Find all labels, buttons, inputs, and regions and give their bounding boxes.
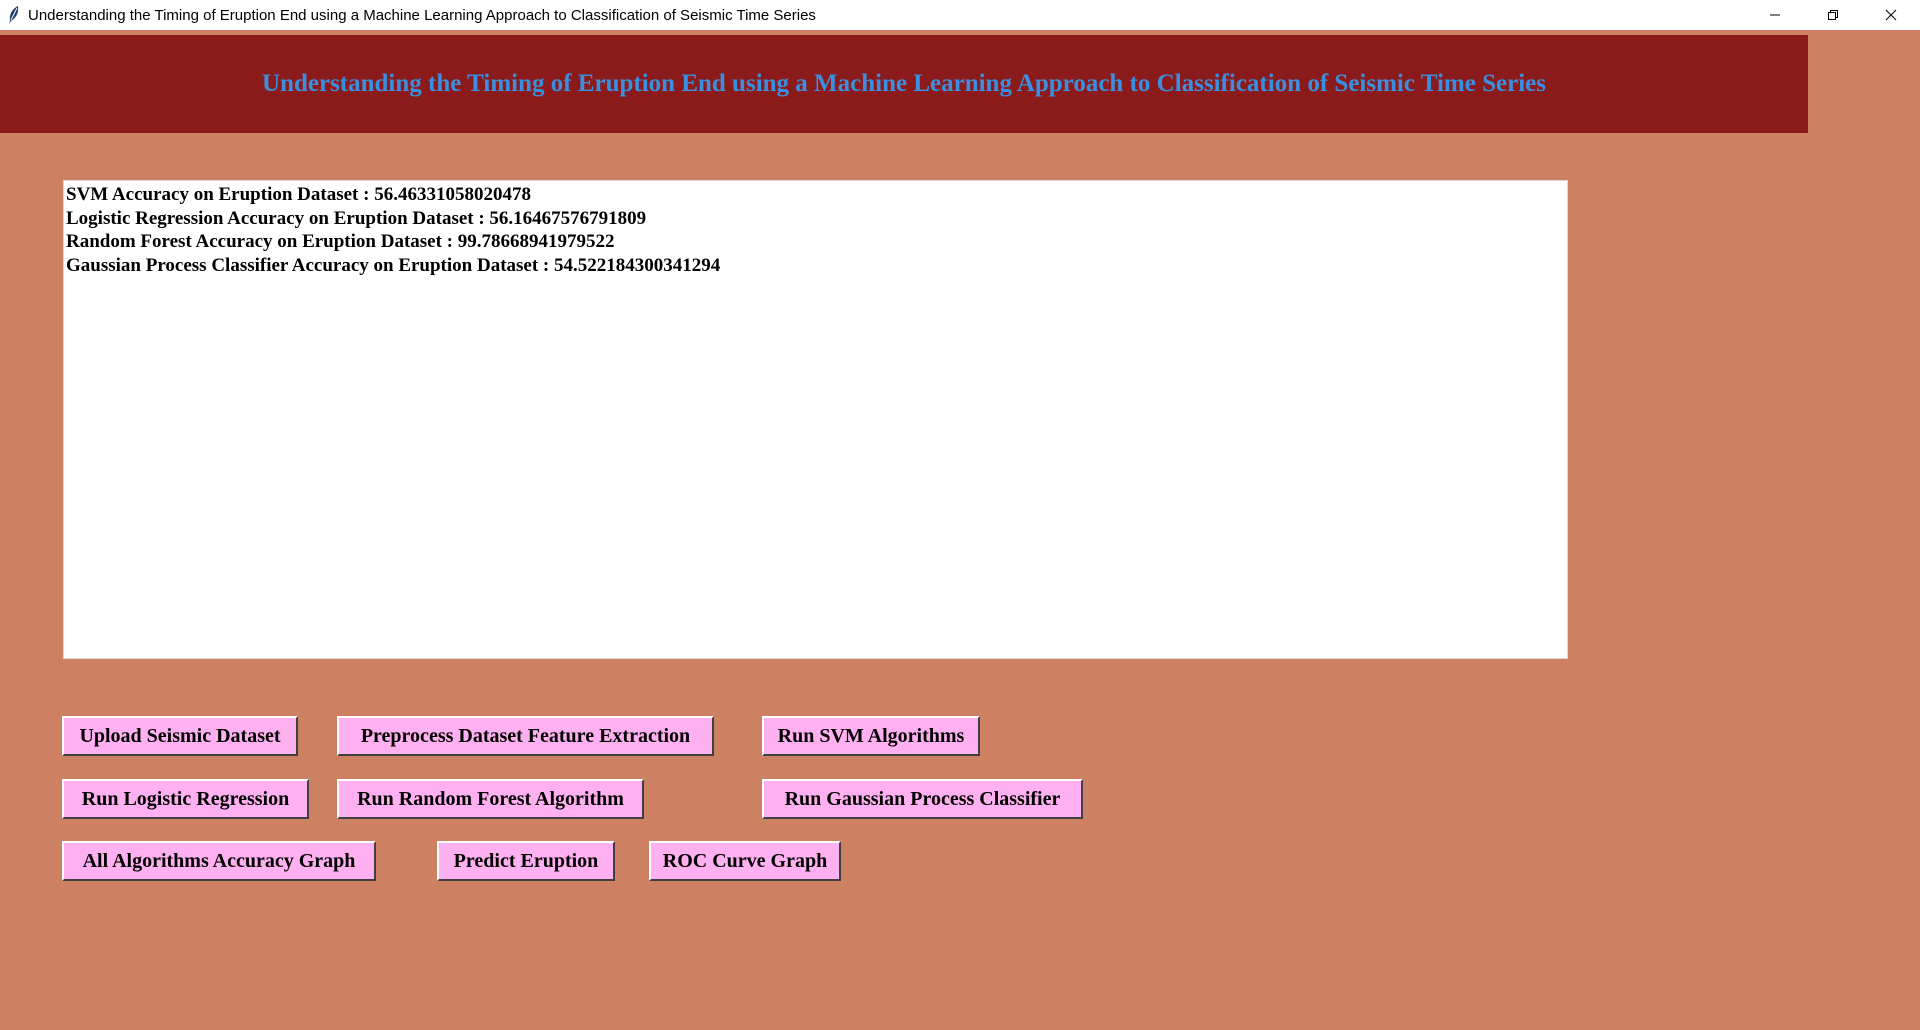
run-logistic-regression-button[interactable]: Run Logistic Regression — [62, 779, 309, 819]
result-line-svm: SVM Accuracy on Eruption Dataset : 56.46… — [66, 184, 531, 205]
result-line-gaussian: Gaussian Process Classifier Accuracy on … — [66, 254, 721, 276]
minimize-button[interactable] — [1746, 0, 1804, 30]
header-banner: Understanding the Timing of Eruption End… — [0, 35, 1808, 133]
window-controls — [1746, 0, 1920, 30]
accuracy-graph-button[interactable]: All Algorithms Accuracy Graph — [62, 841, 376, 881]
predict-eruption-button[interactable]: Predict Eruption — [437, 841, 615, 881]
feather-icon — [2, 0, 26, 30]
page-title: Understanding the Timing of Eruption End… — [262, 70, 1546, 97]
result-line-logistic: Logistic Regression Accuracy on Eruption… — [66, 207, 647, 229]
run-gaussian-process-button[interactable]: Run Gaussian Process Classifier — [762, 779, 1083, 819]
restore-icon — [1828, 10, 1838, 20]
restore-button[interactable] — [1804, 0, 1862, 30]
window-title: Understanding the Timing of Eruption End… — [28, 6, 816, 24]
close-button[interactable] — [1862, 0, 1920, 30]
result-line-random-forest: Random Forest Accuracy on Eruption Datas… — [66, 231, 615, 253]
close-icon — [1885, 9, 1897, 21]
upload-dataset-button[interactable]: Upload Seismic Dataset — [62, 716, 298, 756]
window-titlebar: Understanding the Timing of Eruption End… — [0, 0, 1920, 30]
preprocess-button[interactable]: Preprocess Dataset Feature Extraction — [337, 716, 714, 756]
roc-curve-graph-button[interactable]: ROC Curve Graph — [649, 841, 841, 881]
results-text-area[interactable]: SVM Accuracy on Eruption Dataset : 56.46… — [63, 180, 1568, 659]
run-random-forest-button[interactable]: Run Random Forest Algorithm — [337, 779, 644, 819]
minimize-icon — [1770, 14, 1780, 16]
run-svm-button[interactable]: Run SVM Algorithms — [762, 716, 980, 756]
